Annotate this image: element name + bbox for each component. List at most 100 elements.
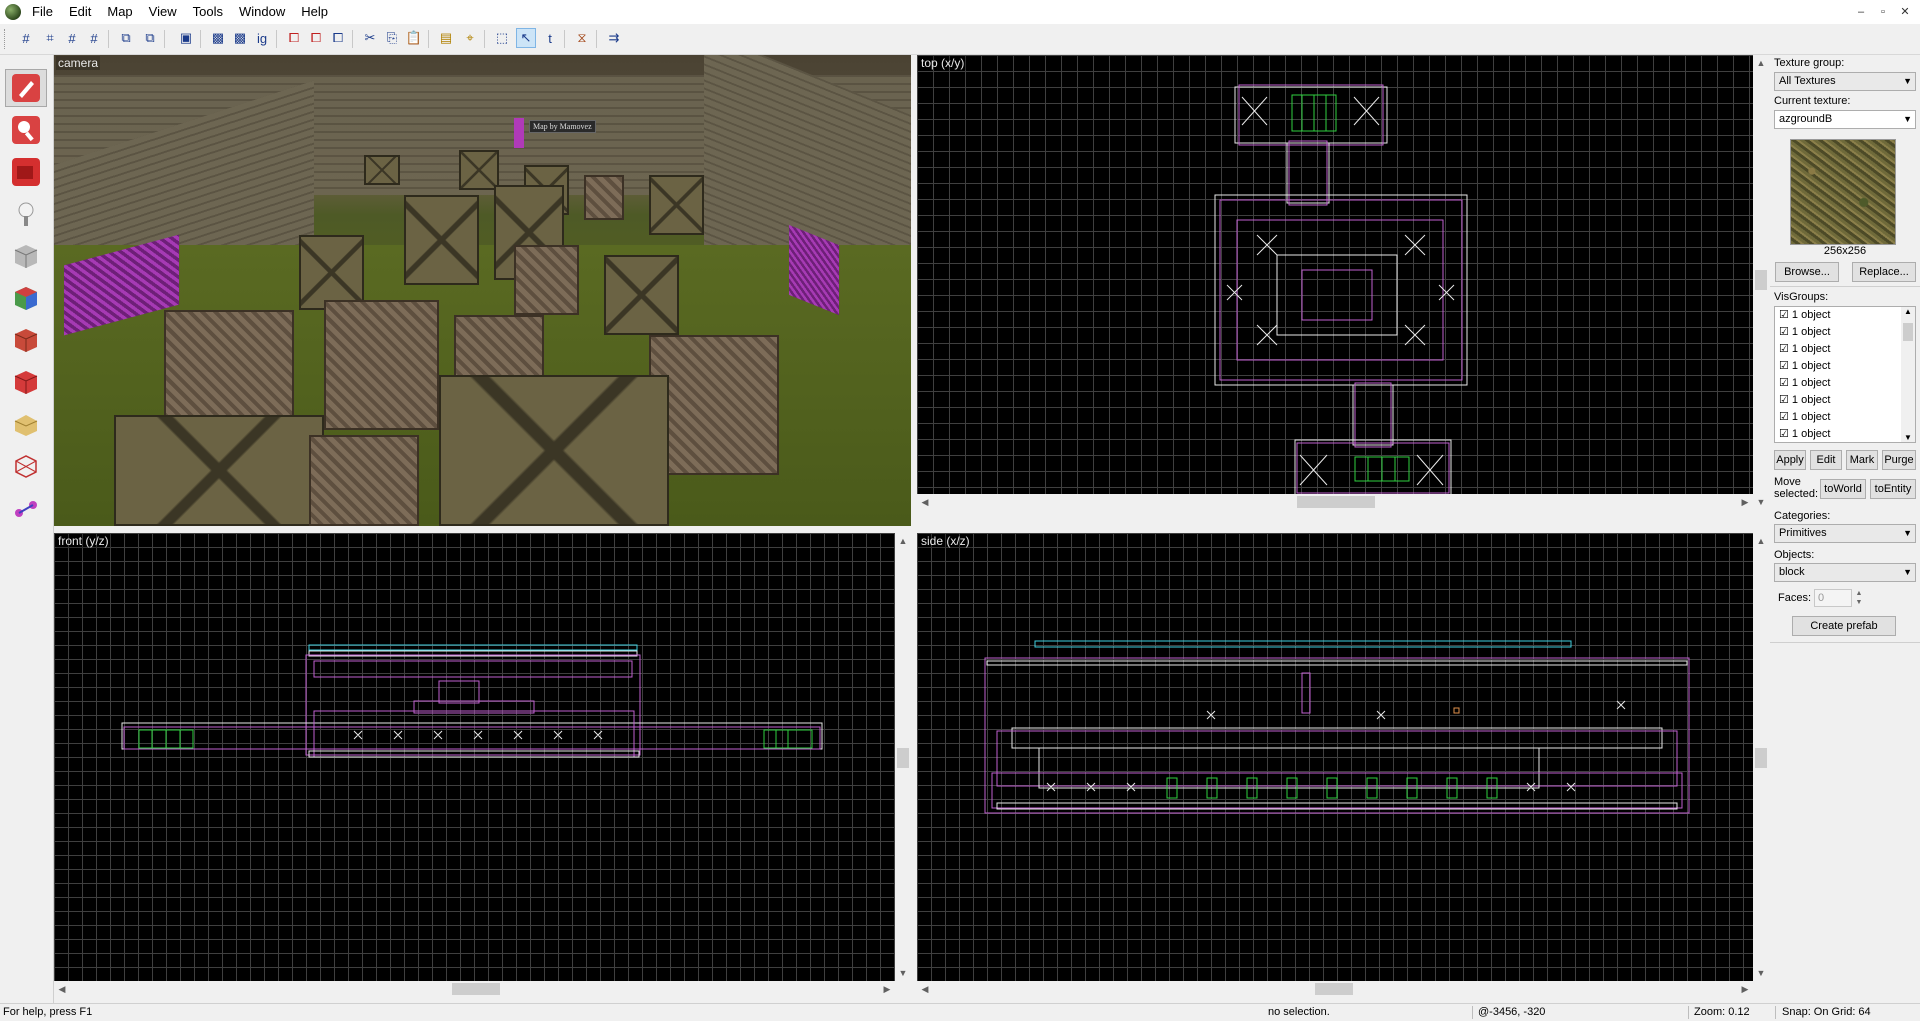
hide-selected-icon[interactable]: ▩	[208, 28, 228, 48]
visgroup-item[interactable]: ☑ 1 object	[1775, 375, 1915, 392]
entity-tool-icon[interactable]	[5, 195, 47, 233]
hide-unselected-icon[interactable]: ▩	[230, 28, 250, 48]
vertex-tool-icon[interactable]	[5, 489, 47, 527]
scroll-thumb[interactable]	[1755, 270, 1767, 290]
crate	[439, 375, 669, 526]
texture-scaling-lock-icon[interactable]: ⧠	[306, 28, 326, 48]
larger-grid-icon[interactable]: #	[84, 28, 104, 48]
texture-group-select[interactable]: All Textures ▼	[1774, 72, 1916, 91]
texture-tool-icon[interactable]	[5, 279, 47, 317]
menu-tools[interactable]: Tools	[185, 0, 231, 24]
crate	[649, 175, 704, 235]
overlay-tool-icon[interactable]	[5, 405, 47, 443]
visgroups-list[interactable]: ☑ 1 object ☑ 1 object ☑ 1 object ☑ 1 obj…	[1774, 306, 1916, 443]
restore-button[interactable]: ▫	[1872, 0, 1894, 24]
scroll-thumb[interactable]	[1315, 983, 1353, 995]
texture-preview[interactable]	[1790, 139, 1896, 245]
toggle-models-icon[interactable]: ⌖	[460, 28, 480, 48]
browse-button[interactable]: Browse...	[1775, 262, 1839, 282]
select-objects-icon[interactable]: ↖	[516, 28, 536, 48]
chevron-down-icon: ▼	[1903, 76, 1912, 86]
visgroups-scrollbar[interactable]: ▲ ▼	[1901, 307, 1915, 442]
smaller-grid-icon[interactable]: #	[62, 28, 82, 48]
crate	[514, 245, 579, 315]
visgroup-item[interactable]: ☑ 1 object	[1775, 358, 1915, 375]
scroll-thumb[interactable]	[452, 983, 500, 995]
selection-tool-icon[interactable]	[5, 69, 47, 107]
texture-size: 256x256	[1823, 245, 1867, 257]
categories-select[interactable]: Primitives ▼	[1774, 524, 1916, 543]
replace-button[interactable]: Replace...	[1852, 262, 1916, 282]
select-vertices-icon[interactable]: t	[540, 28, 560, 48]
menu-map[interactable]: Map	[99, 0, 140, 24]
visgroup-item[interactable]: ☑ 1 object	[1775, 341, 1915, 358]
crate	[404, 195, 479, 285]
toggle-3d-grid-icon[interactable]: ⌗	[40, 28, 60, 48]
front-hscrollbar[interactable]: ◀ ▶	[54, 981, 895, 997]
purge-button[interactable]: Purge	[1882, 450, 1916, 470]
camera-tool-icon[interactable]	[5, 153, 47, 191]
menu-window[interactable]: Window	[231, 0, 293, 24]
scroll-thumb[interactable]	[1297, 496, 1375, 508]
cut-icon[interactable]: ✂	[360, 28, 380, 48]
visgroup-item[interactable]: ☑ 1 object	[1775, 409, 1915, 426]
faces-input[interactable]: 0	[1814, 589, 1852, 607]
to-entity-button[interactable]: toEntity	[1870, 479, 1916, 499]
move-selected-label: Move selected:	[1774, 476, 1819, 500]
menu-edit[interactable]: Edit	[61, 0, 99, 24]
visgroup-item[interactable]: ☑ 1 object	[1775, 392, 1915, 409]
visgroup-item[interactable]: ☑ 1 object	[1775, 426, 1915, 442]
top-viewport[interactable]: top (x/y) ◀ ▶	[917, 55, 1753, 510]
paste-icon[interactable]: 📋	[404, 28, 424, 48]
visgroup-item[interactable]: ☑ 1 object	[1775, 307, 1915, 324]
front-vscrollbar[interactable]: ▲ ▼	[895, 533, 911, 981]
objects-select[interactable]: block ▼	[1774, 563, 1916, 582]
visgroup-item[interactable]: ☑ 1 object	[1775, 324, 1915, 341]
texture-panel: Texture group: All Textures ▼ Current te…	[1770, 55, 1920, 1003]
side-vscrollbar[interactable]: ▲ ▼	[1753, 533, 1769, 981]
scroll-thumb[interactable]	[897, 748, 909, 768]
close-button[interactable]: ✕	[1894, 0, 1916, 24]
magnify-tool-icon[interactable]	[5, 111, 47, 149]
side-viewport[interactable]: side (x/z)	[917, 533, 1753, 981]
clip-tool-icon[interactable]	[5, 447, 47, 485]
ignore-groups-icon[interactable]: ig	[252, 28, 272, 48]
copy-icon[interactable]: ⎘	[382, 28, 402, 48]
texture-lock-icon[interactable]: ⧠	[284, 28, 304, 48]
decal-tool-icon[interactable]	[5, 363, 47, 401]
block-tool-icon[interactable]	[5, 237, 47, 275]
minimize-button[interactable]: –	[1850, 0, 1872, 24]
hollow-icon[interactable]: ⧉	[140, 28, 160, 48]
current-texture-label: Current texture:	[1774, 95, 1851, 107]
top-hscrollbar[interactable]: ◀ ▶	[917, 494, 1753, 510]
toggle-grid-icon[interactable]: #	[16, 28, 36, 48]
toolbar-grip[interactable]	[4, 29, 8, 49]
side-hscrollbar[interactable]: ◀ ▶	[917, 981, 1753, 997]
toggle-decals-icon[interactable]: ▤	[436, 28, 456, 48]
create-prefab-button[interactable]: Create prefab	[1792, 616, 1896, 636]
edit-button[interactable]: Edit	[1810, 450, 1842, 470]
faces-label: Faces:	[1778, 592, 1812, 604]
mark-button[interactable]: Mark	[1846, 450, 1878, 470]
cordon-bounds-icon[interactable]: ⬚	[492, 28, 512, 48]
menu-help[interactable]: Help	[293, 0, 336, 24]
front-viewport[interactable]: front (y/z)	[54, 533, 895, 981]
status-help: For help, press F1	[3, 1006, 93, 1018]
align-icon[interactable]: ⇉	[604, 28, 624, 48]
top-vscrollbar[interactable]: ▲ ▼	[1753, 55, 1769, 510]
flip-icon[interactable]: ⧖	[572, 28, 592, 48]
carve-icon[interactable]: ⧉	[116, 28, 136, 48]
camera-viewport[interactable]: camera Map by Mamovez	[54, 55, 911, 526]
cordon-icon[interactable]: ⧠	[328, 28, 348, 48]
apply-texture-tool-icon[interactable]	[5, 321, 47, 359]
faces-spinner[interactable]: ▲ ▼	[1854, 589, 1864, 607]
scroll-thumb[interactable]	[1755, 748, 1767, 768]
crate	[364, 155, 400, 185]
chevron-down-icon: ▼	[1903, 528, 1912, 538]
to-world-button[interactable]: toWorld	[1820, 479, 1866, 499]
menu-view[interactable]: View	[141, 0, 185, 24]
apply-button[interactable]: Apply	[1774, 450, 1806, 470]
group-icon[interactable]: ▣	[176, 28, 196, 48]
current-texture-select[interactable]: azgroundB ▼	[1774, 110, 1916, 129]
menu-file[interactable]: File	[24, 0, 61, 24]
